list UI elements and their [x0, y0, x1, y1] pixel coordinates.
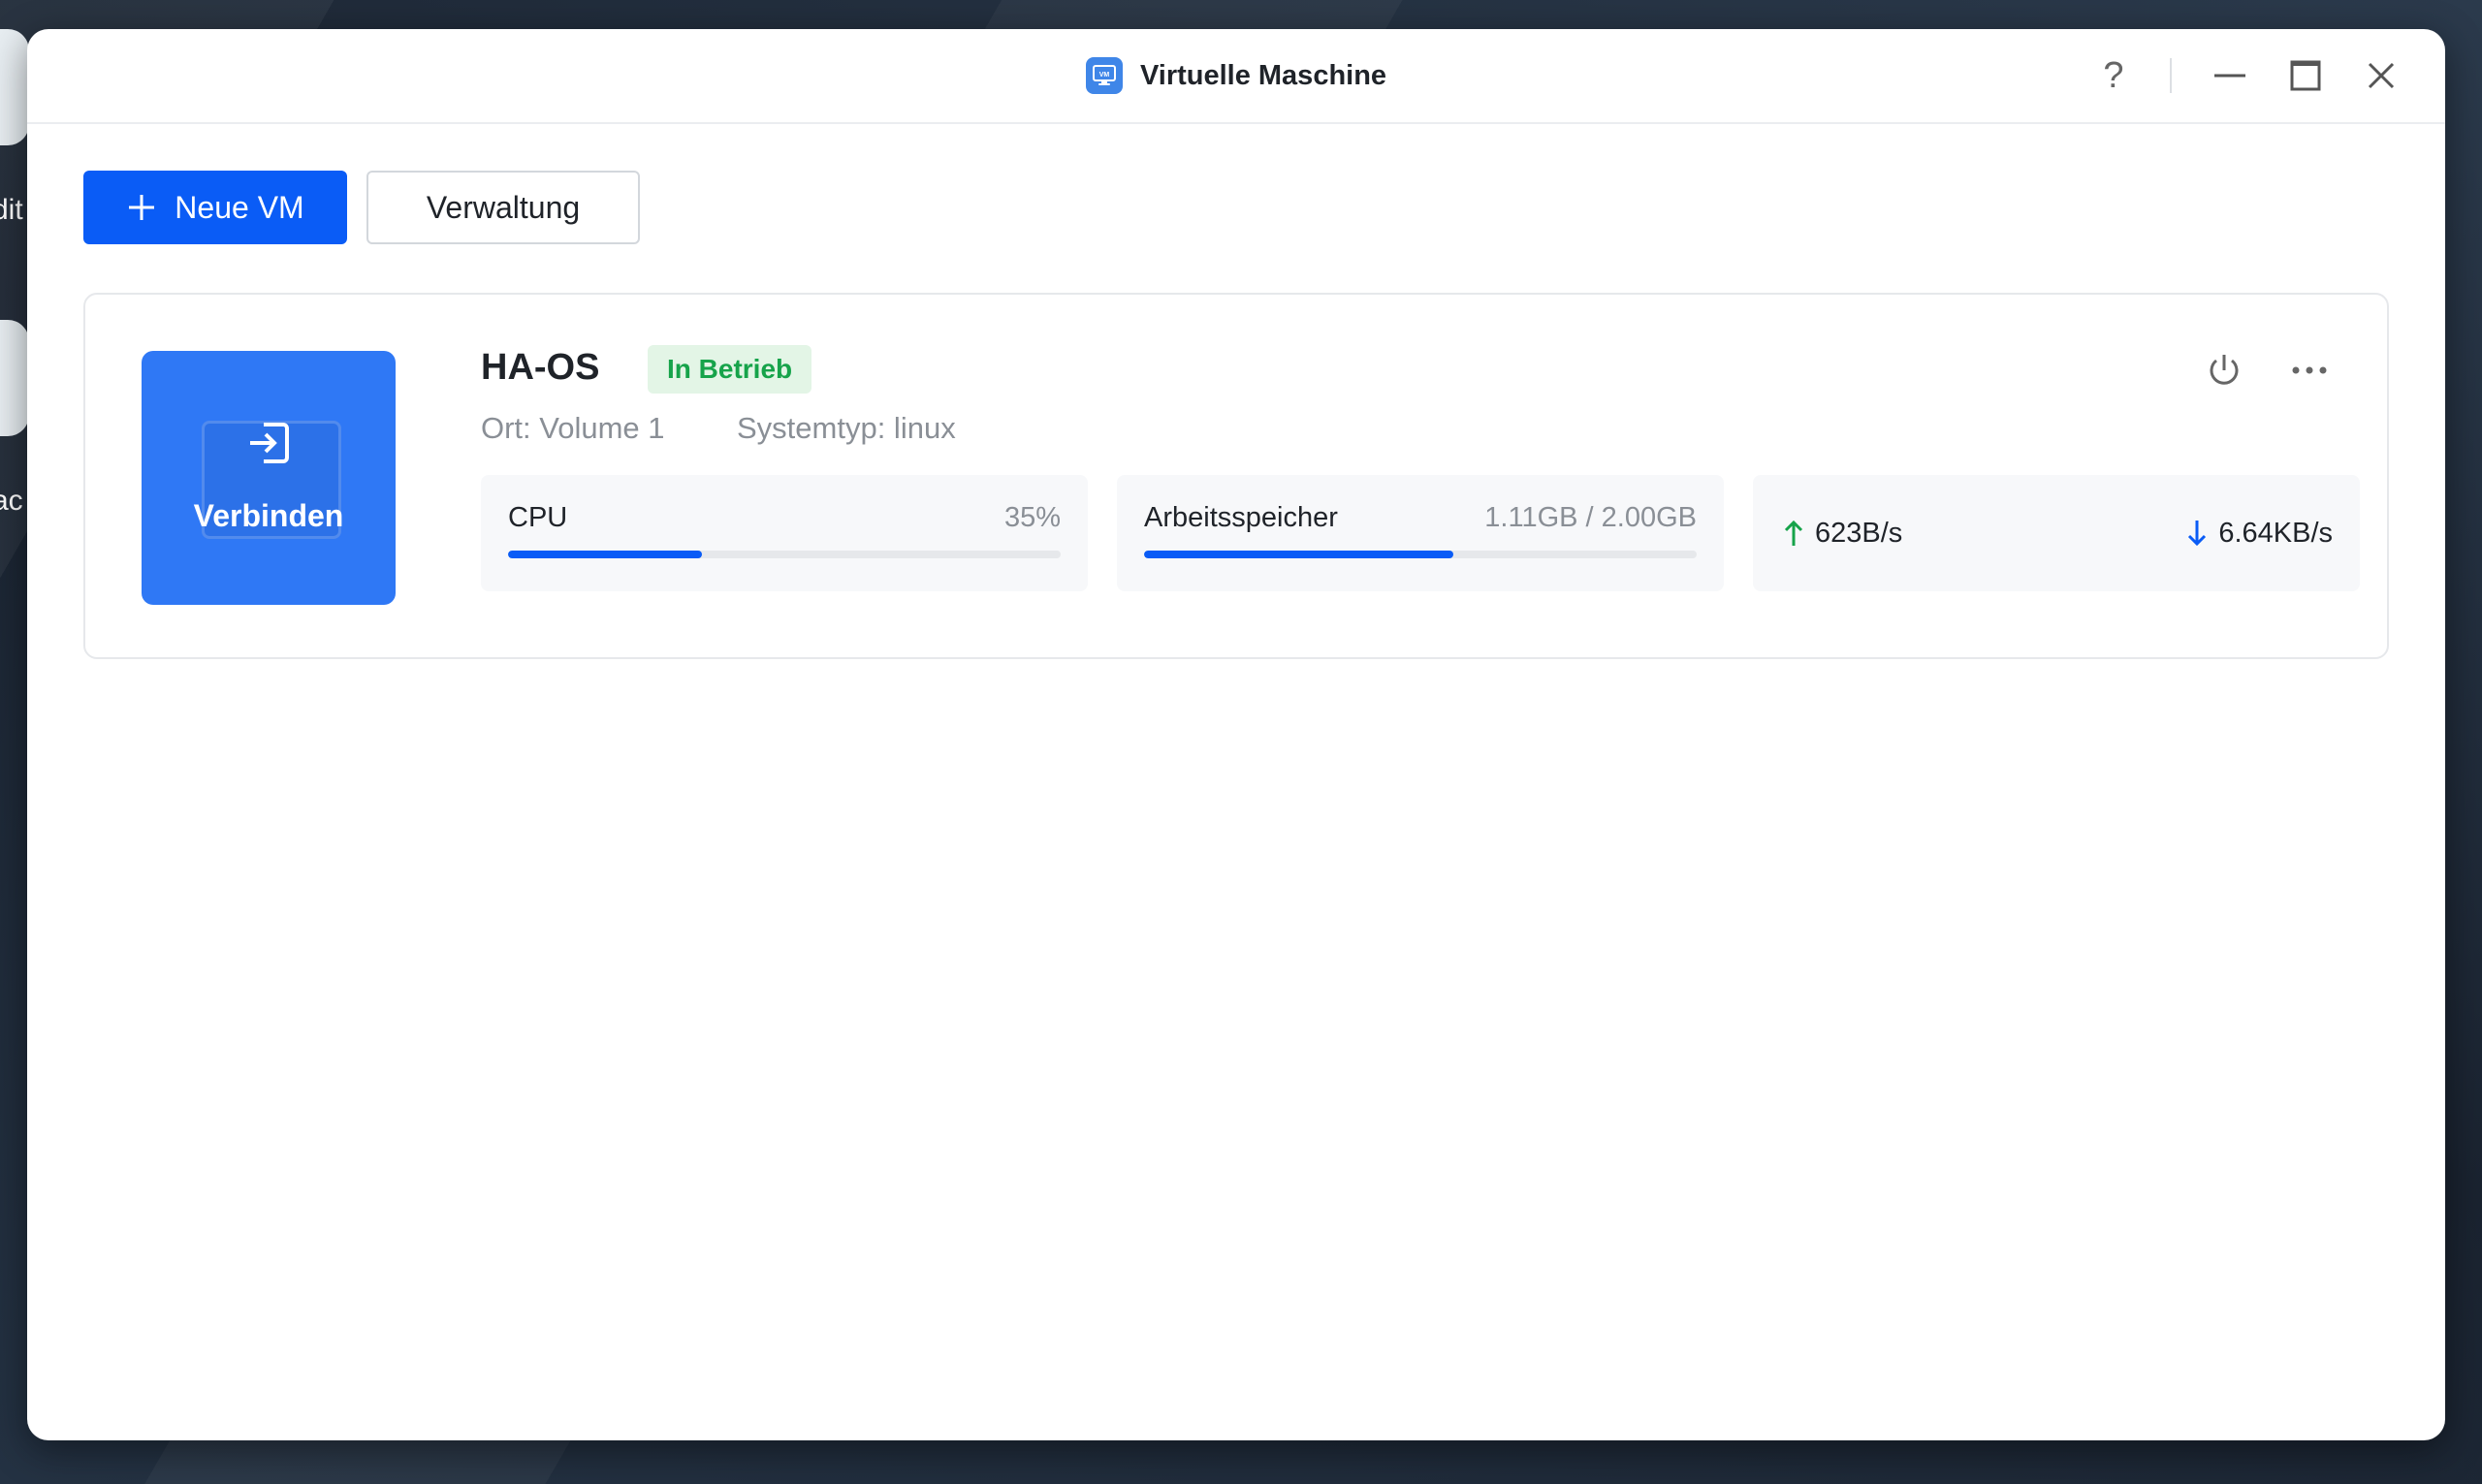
memory-progress-track	[1144, 551, 1697, 558]
new-vm-button[interactable]: Neue VM	[83, 171, 347, 244]
upload-rate: 623B/s	[1815, 517, 1903, 549]
vm-name: HA-OS	[481, 347, 600, 388]
plus-icon	[129, 195, 155, 220]
help-icon[interactable]: ?	[2090, 52, 2137, 99]
memory-panel: Arbeitsspeicher 1.11GB / 2.00GB	[1117, 475, 1724, 591]
desktop-app-label-2: ac	[0, 485, 23, 517]
upload-stat: 623B/s	[1782, 475, 1902, 591]
close-icon[interactable]	[2358, 52, 2404, 99]
cpu-progress-track	[508, 551, 1061, 558]
vm-system-type: Systemtyp: linux	[737, 411, 956, 445]
maximize-icon[interactable]	[2282, 52, 2329, 99]
cpu-label: CPU	[508, 502, 568, 533]
titlebar-divider	[2170, 58, 2172, 93]
vm-card: Verbinden HA-OS In Betrieb Ort: Volume 1…	[83, 293, 2389, 659]
manage-button[interactable]: Verwaltung	[366, 171, 640, 244]
memory-progress-fill	[1144, 551, 1454, 558]
cpu-progress-fill	[508, 551, 702, 558]
desktop-app-icon[interactable]	[0, 29, 29, 145]
download-rate: 6.64KB/s	[2218, 517, 2333, 549]
network-panel: 623B/s 6.64KB/s	[1753, 475, 2360, 591]
minimize-icon[interactable]	[2207, 52, 2253, 99]
power-icon[interactable]	[2197, 343, 2251, 397]
window-title: Virtuelle Maschine	[1139, 59, 1387, 91]
vm-monitor-icon: VM	[1085, 57, 1123, 94]
download-stat: 6.64KB/s	[2185, 475, 2333, 591]
more-icon[interactable]	[2282, 343, 2337, 397]
login-icon	[250, 423, 289, 463]
title-group: VM Virtuelle Maschine	[27, 29, 2445, 122]
help-label: ?	[2103, 54, 2124, 96]
arrow-up-icon	[1784, 520, 1803, 546]
vm-location: Ort: Volume 1	[481, 411, 665, 445]
cpu-value: 35%	[1003, 502, 1061, 533]
connect-label: Verbinden	[193, 498, 344, 533]
memory-label: Arbeitsspeicher	[1144, 502, 1338, 533]
desktop-app-icon-2[interactable]	[0, 320, 29, 436]
manage-label: Verwaltung	[426, 189, 581, 225]
new-vm-label: Neue VM	[175, 189, 304, 225]
status-badge: In Betrieb	[648, 345, 812, 394]
arrow-down-icon	[2188, 521, 2207, 547]
desktop-app-label: dit	[0, 194, 23, 226]
connect-button[interactable]: Verbinden	[142, 351, 396, 605]
svg-text:VM: VM	[1099, 72, 1110, 79]
cpu-panel: CPU 35%	[481, 475, 1088, 591]
titlebar: VM Virtuelle Maschine ?	[27, 29, 2445, 124]
memory-value: 1.11GB / 2.00GB	[1484, 502, 1697, 533]
vm-window: VM Virtuelle Maschine ? Neue VM Verwaltu…	[27, 29, 2445, 1440]
